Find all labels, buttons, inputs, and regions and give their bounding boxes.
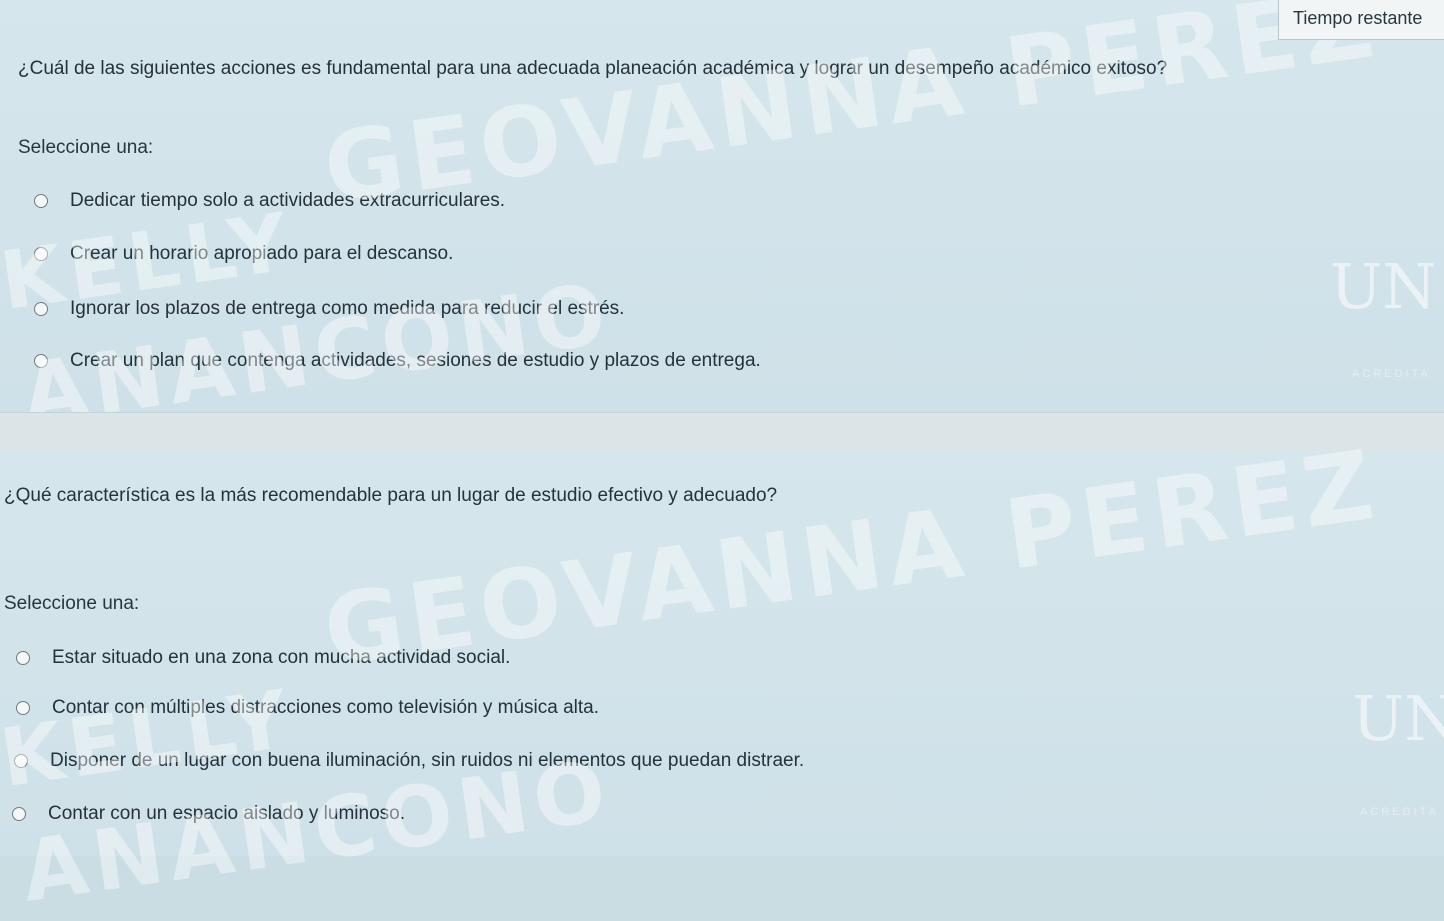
question-divider: [0, 412, 1444, 454]
radio-button[interactable]: [34, 247, 48, 261]
option-label: Disponer de un lugar con buena iluminaci…: [50, 750, 805, 771]
time-remaining: Tiempo restante: [1278, 0, 1444, 40]
question-2-option-b[interactable]: Contar con múltiples distracciones como …: [16, 697, 599, 719]
question-1-prompt: Seleccione una:: [18, 137, 154, 158]
question-1-panel: ¿Cuál de las siguientes acciones es fund…: [0, 0, 1444, 444]
watermark-name-2: KELLY: [0, 671, 300, 806]
radio-button[interactable]: [34, 194, 48, 208]
radio-button[interactable]: [34, 354, 48, 368]
question-2-text: ¿Qué característica es la más recomendab…: [4, 485, 778, 506]
radio-button[interactable]: [16, 651, 30, 665]
university-logo-subtitle: ACREDITA: [1352, 368, 1431, 380]
question-2-prompt: Seleccione una:: [4, 593, 140, 614]
university-logo-subtitle: ACREDITA: [1360, 806, 1439, 818]
option-label: Contar con múltiples distracciones como …: [52, 697, 600, 718]
option-label: Estar situado en una zona con mucha acti…: [52, 647, 511, 668]
option-label: Contar con un espacio aislado y luminoso…: [48, 803, 405, 824]
question-1-option-b[interactable]: Crear un horario apropiado para el desca…: [34, 243, 453, 265]
university-logo: UN: [1330, 250, 1437, 323]
option-label: Dedicar tiempo solo a actividades extrac…: [70, 190, 506, 211]
radio-button[interactable]: [34, 302, 48, 316]
option-label: Ignorar los plazos de entrega como medid…: [70, 298, 625, 319]
radio-button[interactable]: [14, 754, 28, 768]
question-2-panel: ¿Qué característica es la más recomendab…: [0, 429, 1444, 921]
option-label: Crear un horario apropiado para el desca…: [70, 243, 454, 264]
radio-button[interactable]: [12, 807, 26, 821]
option-label: Crear un plan que contenga actividades, …: [70, 350, 761, 371]
question-2-option-a[interactable]: Estar situado en una zona con mucha acti…: [16, 647, 510, 669]
question-1-option-d[interactable]: Crear un plan que contenga actividades, …: [34, 350, 761, 372]
radio-button[interactable]: [16, 701, 30, 715]
question-2-option-d[interactable]: Contar con un espacio aislado y luminoso…: [12, 803, 405, 825]
question-1-option-c[interactable]: Ignorar los plazos de entrega como medid…: [34, 298, 624, 320]
question-2-option-c[interactable]: Disponer de un lugar con buena iluminaci…: [14, 750, 804, 772]
question-1-option-a[interactable]: Dedicar tiempo solo a actividades extrac…: [34, 190, 505, 212]
university-logo: UN: [1352, 682, 1444, 755]
question-1-text: ¿Cuál de las siguientes acciones es fund…: [18, 58, 1168, 79]
